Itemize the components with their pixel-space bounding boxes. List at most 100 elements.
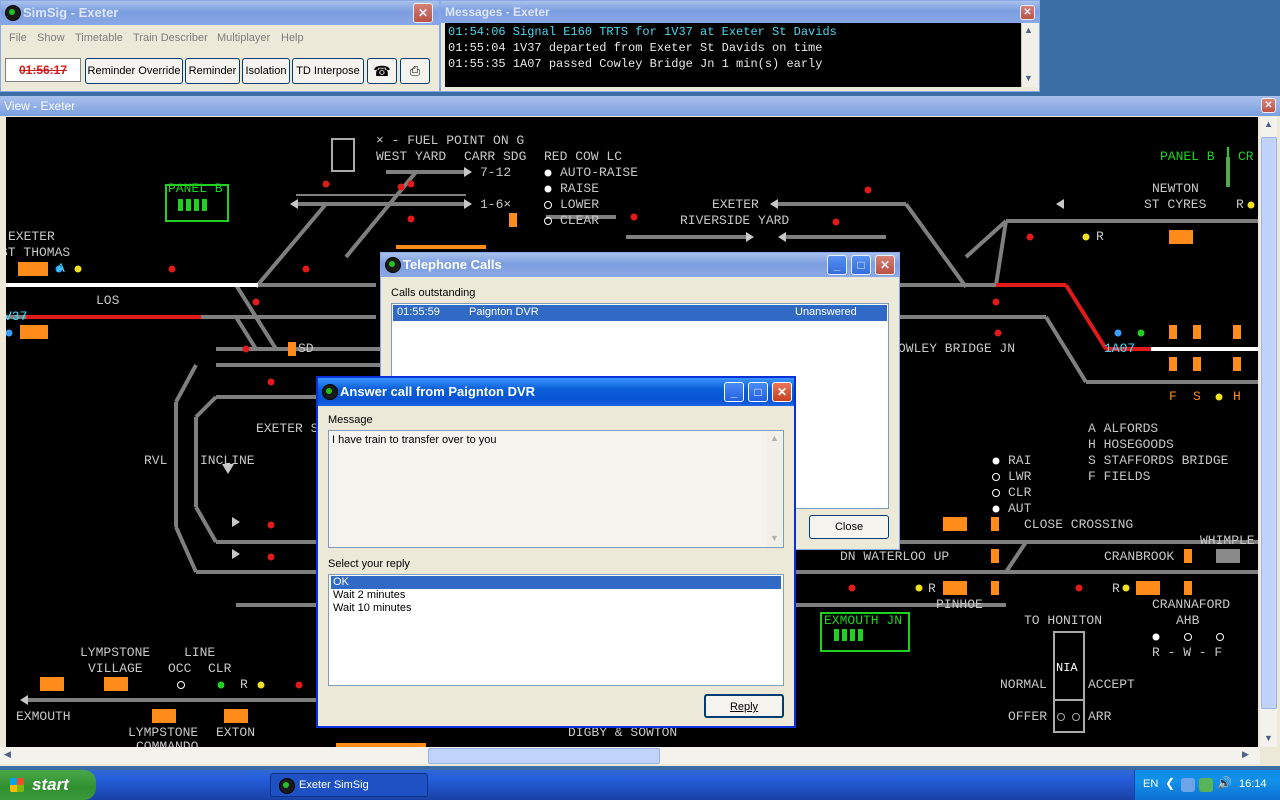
messages-close-button[interactable]: ✕	[1020, 5, 1035, 20]
vscroll-up-arrow-icon[interactable]: ▲	[1264, 119, 1273, 129]
simsig-main-window: SimSig - Exeter ✕ File Show Timetable Tr…	[0, 0, 440, 92]
label-rwf: R - W - F	[1152, 645, 1223, 660]
label-accept[interactable]: ACCEPT	[1088, 677, 1135, 692]
call-row[interactable]: 01:55:59 Paignton DVR Unanswered	[393, 305, 887, 321]
hscroll-right-arrow-icon[interactable]: ▶	[1242, 749, 1249, 760]
label-to-honiton: TO HONITON	[1024, 613, 1103, 628]
label-exeter-s: EXETER S	[256, 421, 319, 436]
label-rai[interactable]: RAI	[1008, 453, 1031, 468]
menu-show[interactable]: Show	[37, 32, 65, 44]
start-button[interactable]: start	[0, 770, 96, 800]
view-vertical-scrollbar[interactable]: ▲ ▼	[1260, 117, 1277, 747]
td-berth-1v37[interactable]: V37	[6, 309, 27, 324]
label-cranbrook: CRANBROOK	[1104, 549, 1175, 564]
sig-letter-r-3: R	[928, 581, 936, 596]
menu-train-describer[interactable]: Train Describer	[133, 32, 208, 44]
clock-display: 01:56:17	[5, 58, 81, 82]
telephone-close-dialog-button[interactable]: Close	[809, 515, 889, 539]
telephone-title: Telephone Calls	[403, 257, 502, 272]
messages-title-bar[interactable]: Messages - Exeter	[441, 1, 1039, 23]
label-close-crossing[interactable]: CLOSE CROSSING	[1024, 517, 1133, 532]
message-scroll-down-icon[interactable]: ▼	[770, 533, 779, 543]
label-clear[interactable]: CLEAR	[560, 213, 599, 228]
telephone-app-icon	[385, 257, 401, 273]
language-indicator[interactable]: EN	[1143, 778, 1158, 790]
reply-option-ok[interactable]: OK	[331, 576, 781, 589]
calls-outstanding-label: Calls outstanding	[391, 287, 476, 299]
label-aut[interactable]: AUT	[1008, 501, 1031, 516]
simsig-title: SimSig - Exeter	[23, 5, 119, 20]
menu-help[interactable]: Help	[281, 32, 304, 44]
menu-multiplayer[interactable]: Multiplayer	[217, 32, 270, 44]
label-pinhoe: PINHOE	[936, 597, 983, 612]
label-lwr[interactable]: LWR	[1008, 469, 1031, 484]
key-fields: F FIELDS	[1088, 469, 1151, 484]
label-lower[interactable]: LOWER	[560, 197, 599, 212]
view-horizontal-scrollbar[interactable]: ◀ ▶	[0, 747, 1260, 764]
label-west-yard: WEST YARD	[376, 149, 447, 164]
view-title-bar[interactable]: View - Exeter	[0, 96, 1280, 116]
telephone-title-bar[interactable]: Telephone Calls	[381, 253, 899, 277]
reply-button[interactable]: Reply	[704, 694, 784, 718]
messages-window: Messages - Exeter ✕ 01:54:06 Signal E160…	[440, 0, 1040, 92]
hscroll-left-arrow-icon[interactable]: ◀	[4, 749, 11, 760]
scroll-down-arrow-icon[interactable]: ▼	[1024, 73, 1033, 83]
telephone-button[interactable]: ☎	[367, 58, 397, 84]
vscroll-down-arrow-icon[interactable]: ▼	[1264, 733, 1273, 743]
answer-title-bar[interactable]: Answer call from Paignton DVR	[318, 378, 794, 406]
message-scroll-up-icon[interactable]: ▲	[770, 433, 779, 443]
call-time: 01:55:59	[397, 306, 440, 318]
sig-letter-r-5: R	[240, 677, 248, 692]
label-sdg-1-6: 1-6×	[480, 197, 512, 212]
telephone-maximize-button[interactable]: □	[851, 255, 871, 275]
telephone-minimize-button[interactable]: _	[827, 255, 847, 275]
label-raise[interactable]: RAISE	[560, 181, 599, 196]
label-newton: NEWTON	[1152, 181, 1199, 196]
reminder-override-button[interactable]: Reminder Override	[85, 58, 183, 84]
reply-option-wait-10[interactable]: Wait 10 minutes	[333, 602, 411, 614]
label-normal: NORMAL	[1000, 677, 1047, 692]
menu-timetable[interactable]: Timetable	[75, 32, 123, 44]
clock-text: 01:56:17	[18, 63, 68, 77]
label-clr[interactable]: CLR	[1008, 485, 1031, 500]
tray-speaker-icon[interactable]: 🔊	[1217, 776, 1232, 790]
print-button[interactable]: ⎙	[400, 58, 430, 84]
label-auto-raise[interactable]: AUTO-RAISE	[560, 165, 638, 180]
label-red-cow: RED COW LC	[544, 149, 623, 164]
simsig-title-bar[interactable]: SimSig - Exeter	[1, 1, 439, 25]
label-lympstone-commando-2: COMMANDO	[136, 739, 199, 747]
messages-scrollbar[interactable]: ▲ ▼	[1021, 23, 1038, 87]
reply-option-wait-2[interactable]: Wait 2 minutes	[333, 589, 405, 601]
message-scrollbar[interactable]: ▲ ▼	[767, 431, 783, 547]
vscroll-thumb[interactable]	[1261, 137, 1277, 709]
label-arr: ARR	[1088, 709, 1112, 724]
label-st-cyres: ST CYRES	[1144, 197, 1207, 212]
label-offer[interactable]: OFFER	[1008, 709, 1047, 724]
message-label: Message	[328, 414, 373, 426]
menu-file[interactable]: File	[9, 32, 27, 44]
sig-letter-f: F	[1169, 389, 1177, 404]
tray-app-icon-1[interactable]	[1181, 778, 1195, 792]
answer-title: Answer call from Paignton DVR	[340, 384, 536, 399]
view-close-button[interactable]: ✕	[1261, 98, 1276, 113]
scroll-up-arrow-icon[interactable]: ▲	[1024, 25, 1033, 35]
reply-listbox[interactable]: OK Wait 2 minutes Wait 10 minutes	[328, 574, 784, 686]
hscroll-thumb[interactable]	[428, 748, 660, 764]
td-berth-1a07[interactable]: 1A07	[1104, 341, 1135, 356]
taskbar-item-exeter-simsig[interactable]: Exeter SimSig	[270, 773, 428, 797]
label-clr-line: CLR	[208, 661, 232, 676]
answer-minimize-button[interactable]: _	[724, 382, 744, 402]
message-text: I have train to transfer over to you	[332, 434, 497, 446]
key-staffords-bridge: S STAFFORDS BRIDGE	[1088, 453, 1229, 468]
isolation-button[interactable]: Isolation	[242, 58, 290, 84]
telephone-close-button[interactable]: ✕	[875, 255, 895, 275]
simsig-close-button[interactable]: ✕	[413, 3, 433, 23]
printer-icon: ⎙	[409, 63, 421, 78]
message-textarea[interactable]: I have train to transfer over to you ▲ ▼	[328, 430, 784, 548]
tray-app-icon-2[interactable]	[1199, 778, 1213, 792]
answer-close-button[interactable]: ✕	[772, 382, 792, 402]
reminder-button[interactable]: Reminder	[185, 58, 240, 84]
answer-maximize-button[interactable]: □	[748, 382, 768, 402]
td-interpose-button[interactable]: TD Interpose	[292, 58, 364, 84]
tray-chevron-icon[interactable]: ❮	[1165, 776, 1175, 790]
